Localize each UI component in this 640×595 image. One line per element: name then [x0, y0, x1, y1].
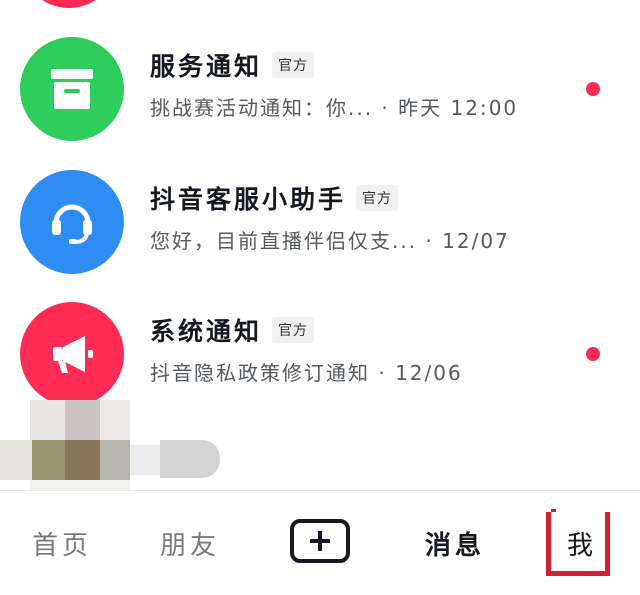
message-preview: 您好，目前直播伴侣仅支... · 12/07 [150, 229, 510, 253]
tab-home[interactable]: 首页 [32, 525, 92, 562]
partial-avatar [20, 0, 118, 8]
avatar [20, 170, 124, 274]
create-button[interactable] [290, 519, 350, 563]
pixelated-item [0, 400, 230, 500]
megaphone-icon [53, 336, 93, 373]
unread-dot [586, 347, 600, 361]
message-title: 服务通知 [150, 52, 263, 81]
inbox-icon [51, 69, 93, 109]
message-title: 抖音客服小助手 [150, 185, 347, 214]
message-item-support[interactable]: 抖音客服小助手 官方 您好，目前直播伴侣仅支... · 12/07 [0, 170, 640, 290]
avatar [20, 37, 124, 141]
message-preview: 抖音隐私政策修订通知 · 12/06 [150, 361, 463, 385]
headset-icon [52, 204, 92, 244]
unread-dot [586, 82, 600, 96]
message-preview: 挑战赛活动通知：你... · 昨天 12:00 [150, 96, 519, 120]
tab-friends[interactable]: 朋友 [160, 525, 220, 562]
official-badge: 官方 [272, 52, 315, 78]
official-badge: 官方 [356, 185, 399, 211]
message-item-service[interactable]: 服务通知 官方 挑战赛活动通知：你... · 昨天 12:00 [0, 37, 640, 157]
bottom-tabbar: 首页 朋友 消息 我 [0, 491, 640, 595]
plus-icon [310, 531, 330, 551]
message-title: 系统通知 [150, 317, 263, 346]
tab-messages[interactable]: 消息 [425, 525, 485, 562]
official-badge: 官方 [272, 317, 315, 343]
avatar [20, 302, 124, 406]
tab-me[interactable]: 我 [567, 525, 597, 562]
